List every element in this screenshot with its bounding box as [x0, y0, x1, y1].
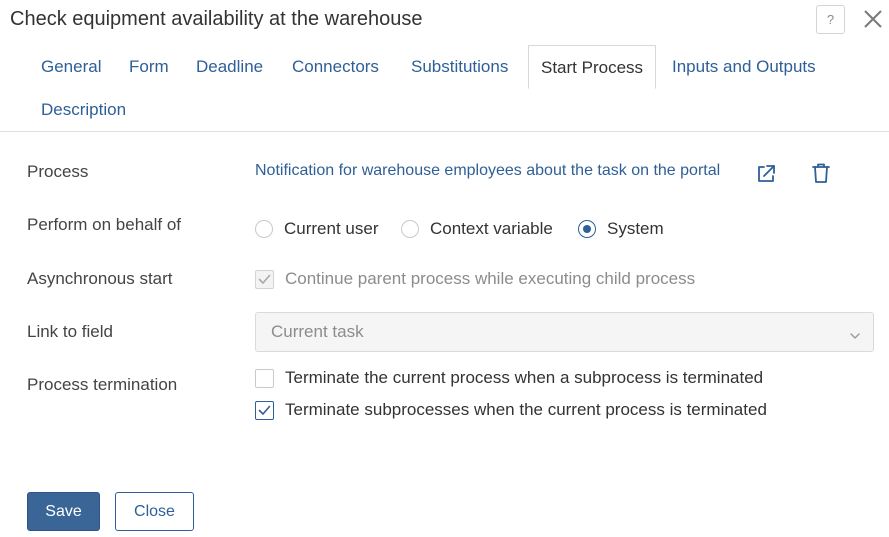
close-icon[interactable]	[862, 8, 884, 30]
radio-context-variable[interactable]: Context variable	[401, 219, 553, 239]
tabs-divider	[0, 131, 889, 132]
termination-option-current[interactable]: Terminate the current process when a sub…	[255, 368, 763, 388]
tab-substitutions[interactable]: Substitutions	[411, 57, 508, 77]
process-termination-label: Process termination	[27, 375, 178, 394]
radio-label: Context variable	[430, 219, 553, 238]
radio-current-user[interactable]: Current user	[255, 219, 378, 239]
termination-current-label: Terminate the current process when a sub…	[285, 368, 764, 387]
tab-start-process[interactable]: Start Process	[528, 45, 657, 89]
help-icon: ?	[826, 12, 835, 27]
radio-circle-selected[interactable]	[578, 220, 596, 238]
termination-current-checkbox[interactable]	[255, 368, 274, 388]
tab-general[interactable]: General	[41, 57, 101, 77]
termination-subprocesses-checkbox[interactable]	[255, 400, 274, 420]
chevron-down-icon	[849, 327, 861, 345]
radio-system[interactable]: System	[578, 219, 664, 239]
link-to-field-select[interactable]: Current task	[255, 312, 874, 352]
termination-subprocesses-label: Terminate subprocesses when the current …	[285, 400, 767, 419]
link-to-field-label: Link to field	[27, 322, 113, 341]
save-button[interactable]: Save	[27, 492, 100, 531]
help-button[interactable]: ?	[816, 5, 845, 34]
link-to-field-value: Current task	[271, 322, 364, 341]
radio-circle[interactable]	[401, 220, 419, 238]
process-link[interactable]: Notification for warehouse employees abo…	[255, 162, 720, 180]
close-button[interactable]: Close	[115, 492, 194, 531]
open-external-icon[interactable]	[755, 163, 777, 190]
async-start-option[interactable]: Continue parent process while executing …	[255, 269, 695, 289]
async-start-checkbox[interactable]	[255, 269, 274, 289]
tab-form[interactable]: Form	[129, 57, 169, 77]
tab-deadline[interactable]: Deadline	[196, 57, 263, 77]
trash-icon[interactable]	[811, 162, 831, 189]
dialog-title: Check equipment availability at the ware…	[10, 8, 423, 30]
async-start-label: Asynchronous start	[27, 269, 173, 288]
tab-inputs-and-outputs[interactable]: Inputs and Outputs	[672, 57, 816, 77]
process-label: Process	[27, 162, 89, 181]
radio-label: Current user	[284, 219, 379, 238]
radio-circle[interactable]	[255, 220, 273, 238]
radio-label: System	[607, 219, 664, 238]
async-start-checkbox-label: Continue parent process while executing …	[285, 269, 696, 288]
tab-connectors[interactable]: Connectors	[292, 57, 379, 77]
termination-option-subprocesses[interactable]: Terminate subprocesses when the current …	[255, 400, 767, 420]
tab-description[interactable]: Description	[41, 100, 126, 120]
perform-on-behalf-label: Perform on behalf of	[27, 215, 182, 234]
